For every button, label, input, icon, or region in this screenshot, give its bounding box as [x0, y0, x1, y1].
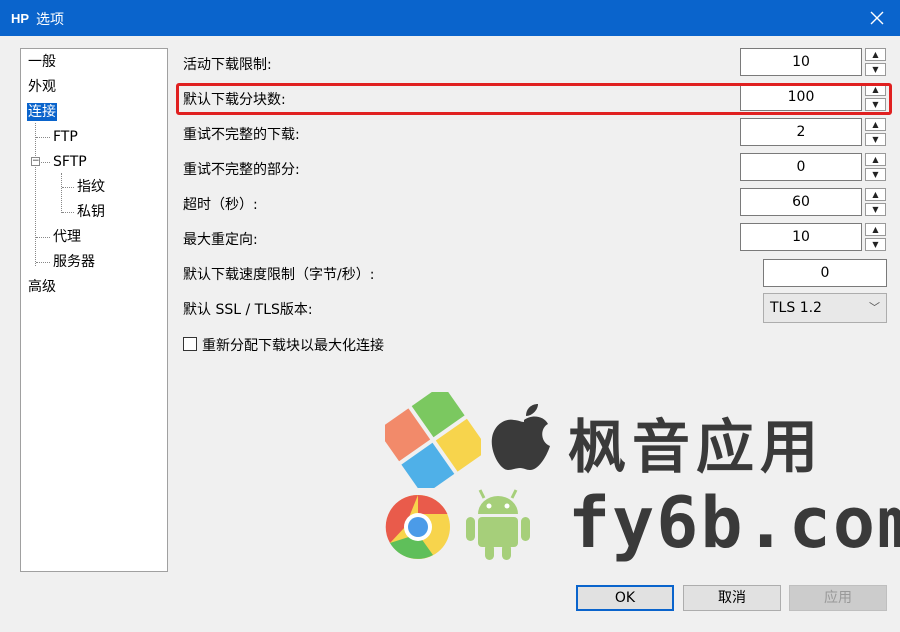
increment-button[interactable]: ▲ [865, 48, 886, 61]
retry-downloads-label: 重试不完整的下载: [183, 127, 300, 143]
tree-item-proxy[interactable]: 代理 [52, 228, 82, 246]
decrement-button[interactable]: ▼ [865, 238, 886, 251]
tree-line [36, 137, 50, 138]
collapse-icon[interactable]: − [31, 157, 40, 166]
timeout-stepper[interactable]: 60 ▲ ▼ [740, 188, 886, 216]
decrement-button[interactable]: ▼ [865, 168, 886, 181]
tree-line [62, 187, 74, 188]
tree-line [35, 123, 36, 266]
max-downloads-label: 活动下载限制: [183, 57, 272, 73]
watermark-title: 枫音应用 [568, 413, 825, 481]
increment-button[interactable]: ▲ [865, 153, 886, 166]
reallocate-label[interactable]: 重新分配下载块以最大化连接 [202, 335, 384, 355]
windows-logo-icon [385, 392, 481, 488]
tree-item-server[interactable]: 服务器 [52, 253, 96, 271]
reallocate-checkbox[interactable] [183, 337, 197, 351]
tree-item-private-key[interactable]: 私钥 [76, 203, 106, 221]
cancel-button[interactable]: 取消 [683, 585, 781, 611]
tree-line [62, 212, 74, 213]
tls-version-label: 默认 SSL / TLS版本: [183, 302, 313, 318]
retry-downloads-input[interactable]: 2 [740, 118, 862, 146]
tls-version-select[interactable]: TLS 1.2 ﹀ [763, 293, 887, 323]
decrement-button[interactable]: ▼ [865, 63, 886, 76]
max-redirects-label: 最大重定向: [183, 232, 258, 248]
svg-text:HP: HP [11, 11, 29, 26]
retry-downloads-stepper[interactable]: 2 ▲ ▼ [740, 118, 886, 146]
speed-limit-label: 默认下载速度限制（字节/秒）: [183, 267, 375, 283]
retry-parts-stepper[interactable]: 0 ▲ ▼ [740, 153, 886, 181]
tree-line [36, 262, 50, 263]
speed-limit-input[interactable]: 0 [763, 259, 887, 287]
timeout-label: 超时（秒）: [183, 197, 258, 213]
apply-button[interactable]: 应用 [789, 585, 887, 611]
tree-item-general[interactable]: 一般 [27, 53, 57, 71]
max-downloads-stepper[interactable]: 10 ▲ ▼ [740, 48, 886, 76]
retry-parts-input[interactable]: 0 [740, 153, 862, 181]
tree-item-advanced[interactable]: 高级 [27, 278, 57, 296]
apple-logo-icon [491, 404, 550, 470]
watermark-url: fy6b.com [568, 482, 900, 564]
options-tree[interactable]: 一般 外观 连接 FTP − SFTP 指纹 私钥 代理 服务器 高级 [20, 48, 168, 572]
highlight-box [176, 83, 892, 115]
timeout-input[interactable]: 60 [740, 188, 862, 216]
decrement-button[interactable]: ▼ [865, 133, 886, 146]
decrement-button[interactable]: ▼ [865, 203, 886, 216]
tree-item-appearance[interactable]: 外观 [27, 78, 57, 96]
increment-button[interactable]: ▲ [865, 223, 886, 236]
title-bar: HP 选项 [0, 0, 900, 36]
increment-button[interactable]: ▲ [865, 118, 886, 131]
tree-line [41, 162, 50, 163]
tree-item-sftp[interactable]: SFTP [52, 153, 88, 171]
tree-item-ftp[interactable]: FTP [52, 128, 79, 146]
close-button[interactable] [854, 0, 900, 36]
increment-button[interactable]: ▲ [865, 188, 886, 201]
chrome-logo-icon [385, 494, 450, 559]
app-logo-icon: HP [10, 8, 30, 28]
tls-version-value: TLS 1.2 [770, 300, 822, 316]
max-downloads-input[interactable]: 10 [740, 48, 862, 76]
tree-line [61, 173, 62, 213]
tree-line [36, 237, 50, 238]
window-title: 选项 [36, 12, 64, 28]
close-icon [870, 11, 884, 25]
ok-button[interactable]: OK [576, 585, 674, 611]
tree-item-connection[interactable]: 连接 [27, 103, 57, 121]
max-redirects-input[interactable]: 10 [740, 223, 862, 251]
android-logo-icon [466, 489, 530, 560]
retry-parts-label: 重试不完整的部分: [183, 162, 300, 178]
chevron-down-icon: ﹀ [869, 301, 880, 314]
tree-item-fingerprint[interactable]: 指纹 [76, 178, 106, 196]
max-redirects-stepper[interactable]: 10 ▲ ▼ [740, 223, 886, 251]
